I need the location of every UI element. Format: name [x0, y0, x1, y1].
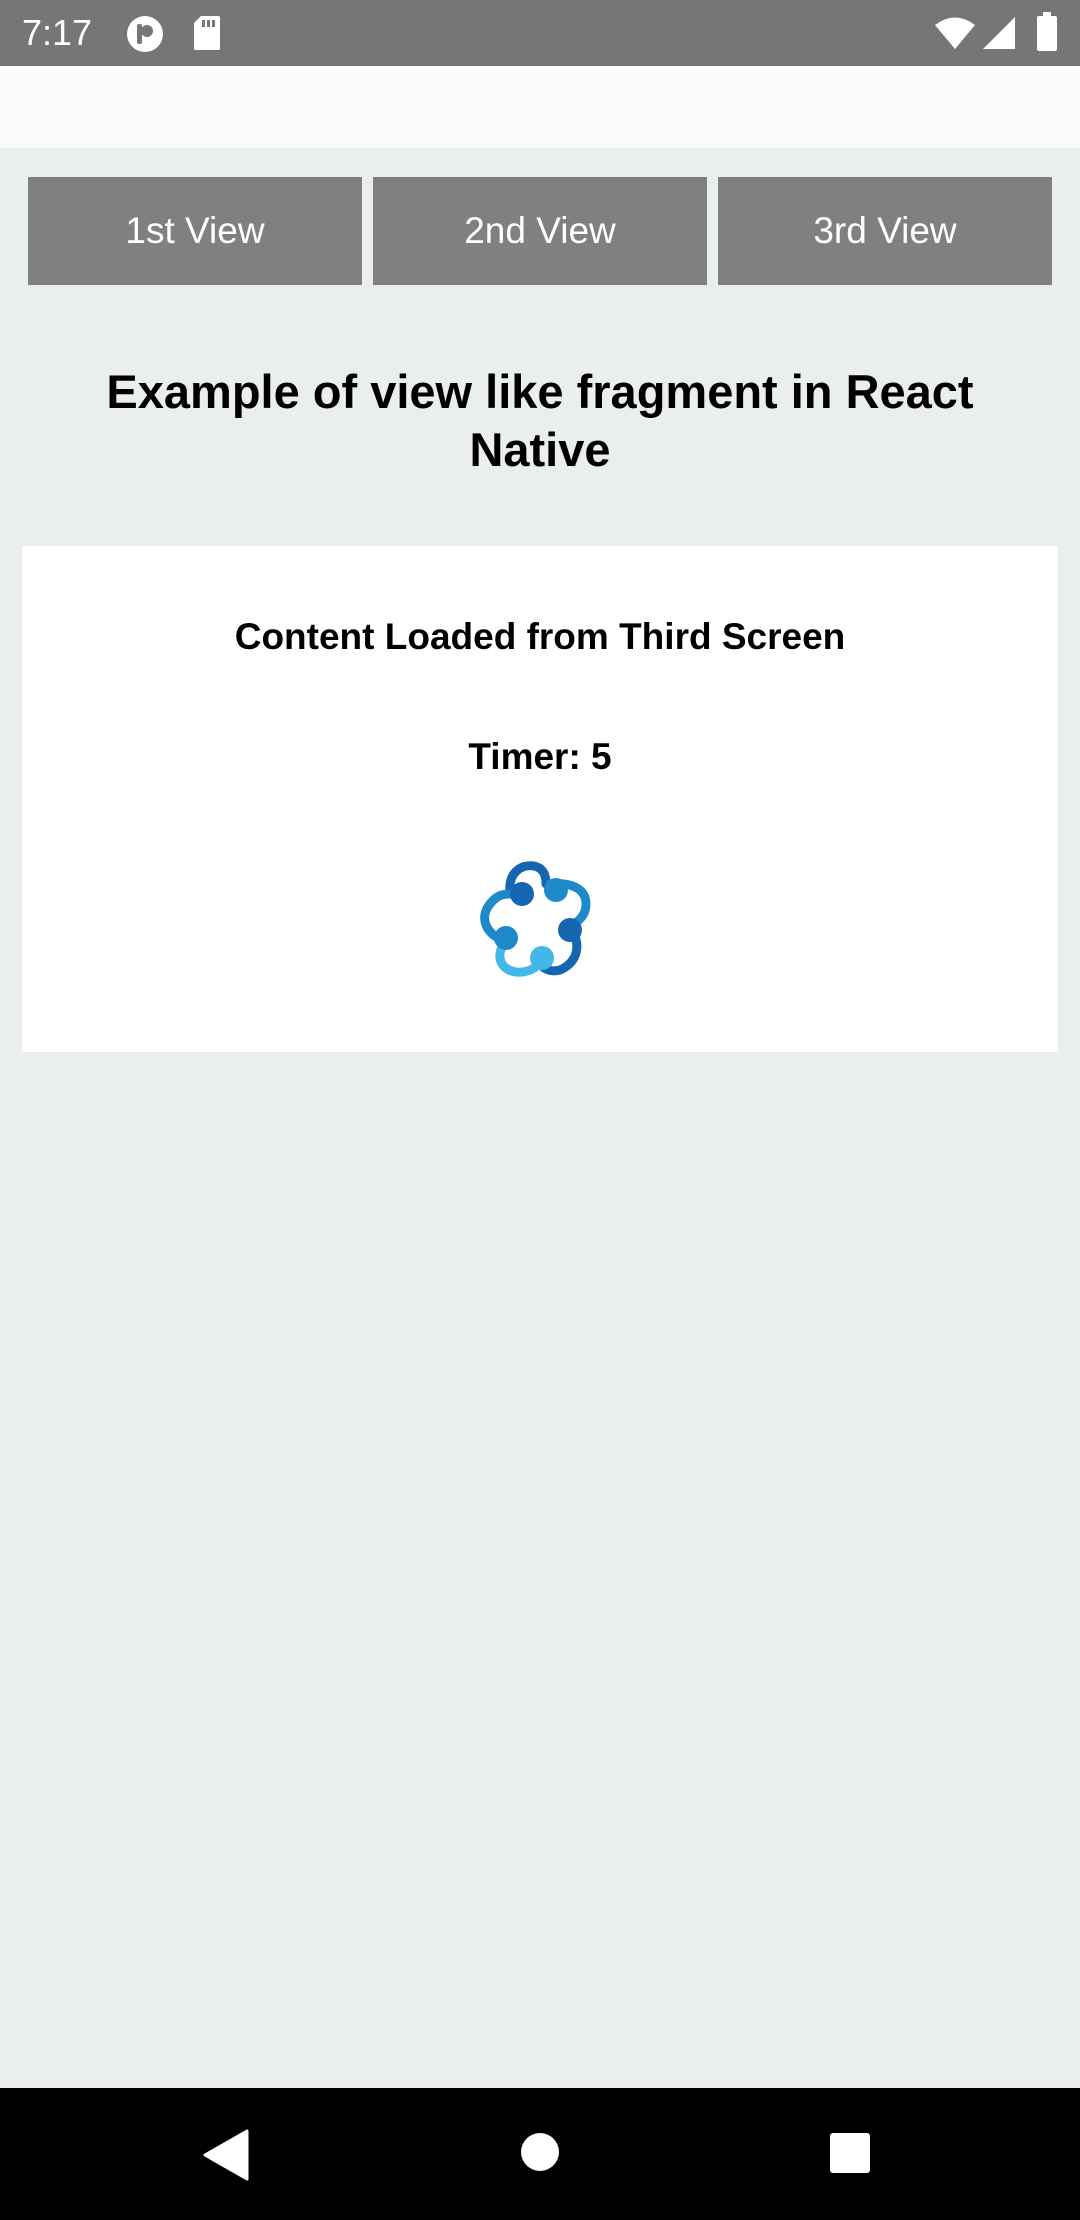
- recents-icon[interactable]: [829, 2132, 871, 2174]
- cell-signal-icon: [983, 17, 1015, 49]
- wifi-icon: [935, 17, 975, 49]
- home-icon[interactable]: [520, 2132, 560, 2172]
- tab-3rd-view[interactable]: 3rd View: [718, 177, 1052, 285]
- timer-label: Timer: 5: [468, 736, 612, 777]
- page-heading: Example of view like fragment in React N…: [106, 365, 974, 476]
- status-time: 7:17: [22, 12, 93, 53]
- status-bar: 7:17: [0, 0, 1080, 66]
- card-title: Content Loaded from Third Screen: [234, 616, 846, 657]
- navigation-bar: [0, 2088, 1080, 2220]
- app-bar: [0, 66, 1080, 148]
- react-logo-icon: [480, 861, 591, 977]
- sd-card-icon: [194, 16, 220, 50]
- app-notification-icon: [127, 16, 163, 52]
- content-card: Content Loaded from Third Screen Timer: …: [22, 546, 1058, 1052]
- content-area: 1st View 2nd View 3rd View Example of vi…: [0, 148, 1080, 2088]
- battery-icon: [1037, 12, 1057, 51]
- tab-2nd-view[interactable]: 2nd View: [373, 177, 707, 285]
- tab-1st-view[interactable]: 1st View: [28, 177, 362, 285]
- back-icon[interactable]: [203, 2129, 249, 2181]
